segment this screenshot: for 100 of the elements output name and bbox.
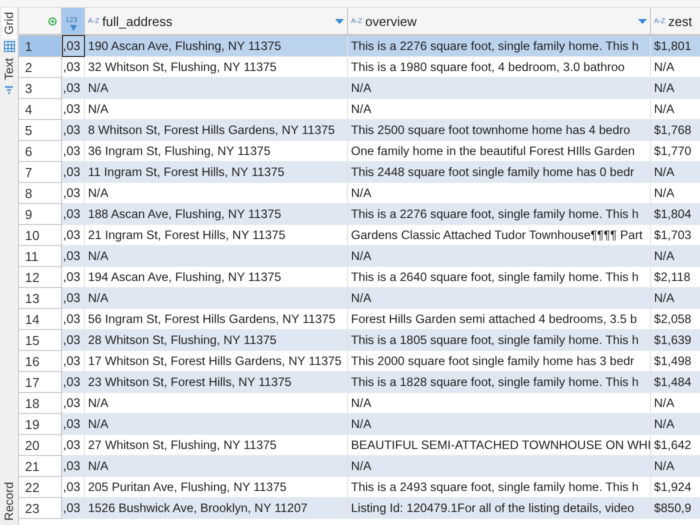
filter-icon[interactable] <box>70 25 76 31</box>
row-number[interactable]: 13 <box>19 288 62 308</box>
row-number[interactable]: 15 <box>19 330 62 350</box>
table-cell: 28 Whitson St, Flushing, NY 11375 <box>84 330 348 350</box>
table-cell: N/A <box>348 78 650 98</box>
table-cell: ,03 <box>62 414 84 434</box>
row-number[interactable]: 9 <box>19 204 62 224</box>
table-cell: N/A <box>348 456 650 476</box>
table-cell: 32 Whitson St, Flushing, NY 11375 <box>84 56 348 78</box>
table-cell: ,03 <box>62 35 84 56</box>
table-cell: ,03 <box>62 140 84 162</box>
table-cell: N/A <box>650 56 700 78</box>
table-cell: N/A <box>84 98 348 120</box>
table-cell: 23 Whitson St, Forest Hills, NY 11375 <box>84 372 348 392</box>
table-cell: Gardens Classic Attached Tudor Townhouse¶¶¶¶ Part <box>348 224 650 246</box>
table-cell: N/A <box>650 78 700 98</box>
table-cell: This 2000 square foot single family home has 3 bedr <box>348 350 650 372</box>
table-cell: N/A <box>650 392 700 414</box>
table-cell: ,03 <box>62 330 84 350</box>
table-cell: ,03 <box>62 56 84 78</box>
table-cell: ,03 <box>62 372 84 392</box>
dropdown-icon[interactable] <box>335 18 344 24</box>
view-tab[interactable]: Record <box>2 478 16 525</box>
row-number[interactable]: 21 <box>19 456 62 476</box>
row-number[interactable]: 17 <box>19 372 62 392</box>
grid-icon[interactable] <box>4 40 14 52</box>
row-number[interactable]: 23 <box>19 498 62 518</box>
row-number[interactable]: 2 <box>19 56 62 78</box>
row-number[interactable]: 16 <box>19 350 62 372</box>
row-number[interactable]: 1 <box>19 35 62 56</box>
row-number[interactable]: 4 <box>19 98 62 120</box>
table-cell: N/A <box>84 288 348 308</box>
table-cell: N/A <box>650 162 700 182</box>
table-cell: ,03 <box>62 350 84 372</box>
table-cell: ,03 <box>62 78 84 98</box>
table-cell: 1526 Bushwick Ave, Brooklyn, NY 11207 <box>84 498 348 518</box>
row-number[interactable]: 14 <box>19 308 62 330</box>
table-cell: N/A <box>348 392 650 414</box>
table-cell: $1,484 <box>650 372 700 392</box>
table-cell: ,03 <box>62 392 84 414</box>
table-cell: N/A <box>348 98 650 120</box>
table-cell: N/A <box>348 414 650 434</box>
table-cell: $1,768 <box>650 120 700 140</box>
table-cell: N/A <box>650 246 700 266</box>
table-cell: ,03 <box>62 498 84 518</box>
table-cell: $1,703 <box>650 224 700 246</box>
table-cell: ,03 <box>62 308 84 330</box>
table-cell: ,03 <box>62 162 84 182</box>
table-cell: This is a 2640 square foot, single family home. This h <box>348 266 650 288</box>
row-number[interactable]: 11 <box>19 246 62 266</box>
table-cell: N/A <box>348 182 650 204</box>
row-number[interactable]: 3 <box>19 78 62 98</box>
view-tab[interactable]: Text <box>2 54 16 84</box>
column-name: zest <box>668 14 692 28</box>
table-cell: N/A <box>650 456 700 476</box>
row-number[interactable]: 20 <box>19 434 62 456</box>
table-cell: $1,770 <box>650 140 700 162</box>
table-cell: Forest Hills Garden semi attached 4 bedrooms, 3.5 b <box>348 308 650 330</box>
table-cell: $1,498 <box>650 350 700 372</box>
table-cell: 21 Ingram St, Forest Hills, NY 11375 <box>84 224 348 246</box>
row-number[interactable]: 10 <box>19 224 62 246</box>
table-cell: This is a 1805 square foot, single family home. This h <box>348 330 650 350</box>
table-cell: ,03 <box>62 224 84 246</box>
dropdown-icon[interactable] <box>638 18 647 24</box>
filter-icon[interactable] <box>4 86 14 96</box>
table-cell: $1,639 <box>650 330 700 350</box>
table-cell: N/A <box>650 182 700 204</box>
row-number[interactable]: 19 <box>19 414 62 434</box>
table-cell: BEAUTIFUL SEMI-ATTACHED TOWNHOUSE ON WHI <box>348 434 650 456</box>
table-cell: 36 Ingram St, Flushing, NY 11375 <box>84 140 348 162</box>
table-cell: 11 Ingram St, Forest Hills, NY 11375 <box>84 162 348 182</box>
view-tab[interactable]: Grid <box>2 8 16 39</box>
table-cell: N/A <box>84 182 348 204</box>
table-cell: N/A <box>84 414 348 434</box>
circle-icon <box>48 17 57 26</box>
table-cell: $2,058 <box>650 308 700 330</box>
row-number[interactable]: 8 <box>19 182 62 204</box>
table-cell: N/A <box>84 456 348 476</box>
table-cell: ,03 <box>62 120 84 140</box>
row-number[interactable]: 7 <box>19 162 62 182</box>
table-cell: ,03 <box>62 246 84 266</box>
row-number[interactable]: 6 <box>19 140 62 162</box>
row-number[interactable]: 22 <box>19 476 62 498</box>
table-cell: This is a 2276 square foot, single family home. This h <box>348 35 650 56</box>
table-cell: This is a 1980 square foot, 4 bedroom, 3.0 bathroo <box>348 56 650 78</box>
table-cell: N/A <box>650 98 700 120</box>
row-number[interactable]: 18 <box>19 392 62 414</box>
table-cell: This 2448 square foot single family home has 0 bedr <box>348 162 650 182</box>
table-cell: ,03 <box>62 456 84 476</box>
table-cell: This is a 1828 square foot, single family home. This h <box>348 372 650 392</box>
table-cell: 188 Ascan Ave, Flushing, NY 11375 <box>84 204 348 224</box>
table-cell: One family home in the beautiful Forest HIlls Garden <box>348 140 650 162</box>
table-cell: ,03 <box>62 476 84 498</box>
row-number[interactable]: 12 <box>19 266 62 288</box>
row-number[interactable]: 5 <box>19 120 62 140</box>
table-cell: This 2500 square foot townhome home has 4 bedro <box>348 120 650 140</box>
table-cell: 8 Whitson St, Forest Hills Gardens, NY 11375 <box>84 120 348 140</box>
table-cell: ,03 <box>62 266 84 288</box>
table-cell: This is a 2276 square foot, single family home. This h <box>348 204 650 224</box>
column-name: overview <box>365 14 417 28</box>
